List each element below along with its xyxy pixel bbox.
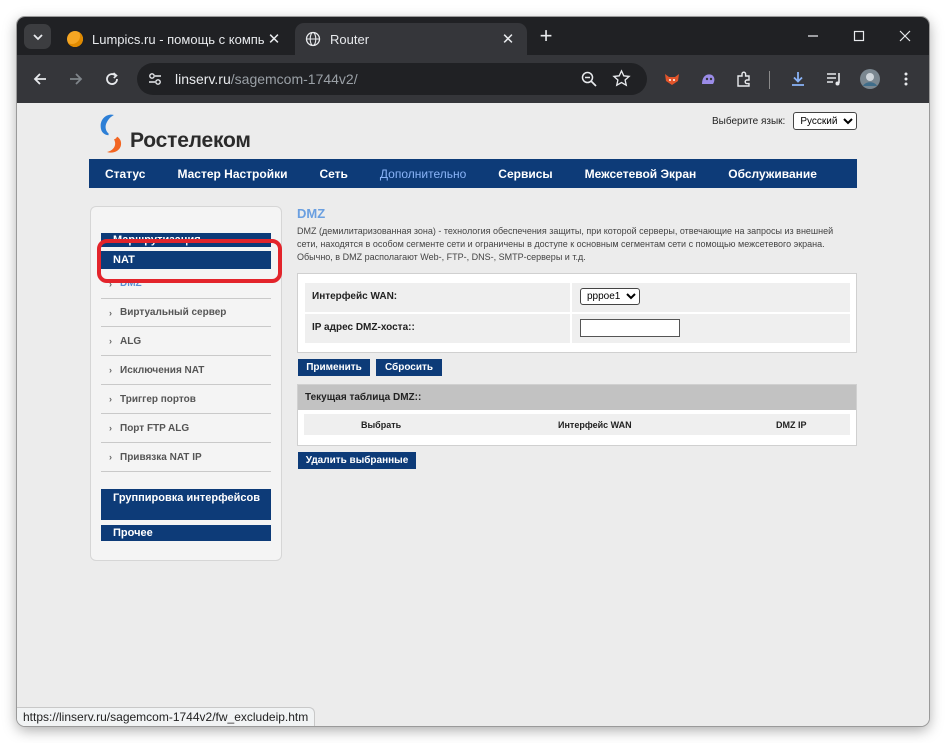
language-selector: Выберите язык: Русский bbox=[712, 112, 858, 130]
more-vert-icon bbox=[904, 72, 908, 86]
dmz-content: DMZ DMZ (демилитаризованная зона) - техн… bbox=[297, 206, 857, 469]
browser-toolbar: linserv.ru/sagemcom-1744v2/ bbox=[17, 55, 929, 103]
chevron-right-icon: › bbox=[109, 423, 112, 433]
tab-title: Router bbox=[330, 31, 370, 47]
sidebar-item-nat-exclusions[interactable]: › Исключения NAT bbox=[101, 356, 271, 385]
new-tab-button[interactable]: + bbox=[535, 25, 557, 48]
chevron-down-icon bbox=[32, 33, 43, 40]
reset-button[interactable]: Сбросить bbox=[376, 359, 442, 376]
url-text: linserv.ru/sagemcom-1744v2/ bbox=[175, 71, 358, 87]
zoom-icon[interactable] bbox=[580, 70, 598, 93]
wan-interface-row: Интерфейс WAN: pppoe1 bbox=[305, 283, 850, 312]
arrow-left-icon bbox=[33, 73, 46, 85]
forward-button[interactable] bbox=[62, 65, 90, 93]
wan-interface-label: Интерфейс WAN: bbox=[312, 291, 398, 302]
chevron-right-icon: › bbox=[109, 365, 112, 375]
site-settings-icon[interactable] bbox=[145, 69, 165, 94]
sidebar-item-interface-grouping[interactable]: Группировка интерфейсов bbox=[101, 489, 271, 520]
router-page: Ростелеком Выберите язык: Русский Статус… bbox=[17, 103, 929, 726]
browser-window: Lumpics.ru - помощь с компь ✕ Router ✕ + bbox=[17, 17, 929, 726]
sidebar-item-virtual-server[interactable]: › Виртуальный сервер bbox=[101, 298, 271, 327]
column-dmz-ip: DMZ IP bbox=[776, 420, 807, 430]
dmz-form: Интерфейс WAN: pppoe1 IP адрес DMZ-хоста… bbox=[297, 273, 857, 353]
profile-avatar-icon[interactable] bbox=[856, 65, 884, 93]
address-bar[interactable]: linserv.ru/sagemcom-1744v2/ bbox=[137, 63, 647, 95]
nav-services[interactable]: Сервисы bbox=[498, 167, 552, 181]
delete-selected-button[interactable]: Удалить выбранные bbox=[298, 452, 416, 469]
maximize-button[interactable] bbox=[836, 17, 882, 55]
tab-search-button[interactable] bbox=[24, 24, 51, 49]
nav-status[interactable]: Статус bbox=[105, 167, 145, 181]
column-select: Выбрать bbox=[361, 420, 402, 430]
dmz-host-ip-input[interactable] bbox=[580, 319, 680, 337]
tab-title: Lumpics.ru - помощь с компь bbox=[92, 31, 265, 47]
sidebar-item-other[interactable]: Прочее bbox=[101, 525, 271, 541]
back-button[interactable] bbox=[26, 65, 54, 93]
apply-button[interactable]: Применить bbox=[298, 359, 370, 376]
sidebar-item-port-trigger[interactable]: › Триггер портов bbox=[101, 385, 271, 414]
close-tab-icon[interactable]: ✕ bbox=[499, 30, 517, 48]
sidebar-item-ftp-alg[interactable]: › Порт FTP ALG bbox=[101, 414, 271, 443]
downloads-icon[interactable] bbox=[784, 65, 812, 93]
nav-maintenance[interactable]: Обслуживание bbox=[728, 167, 817, 181]
language-label: Выберите язык: bbox=[712, 115, 786, 127]
toolbar-separator bbox=[769, 71, 770, 89]
chevron-right-icon: › bbox=[109, 394, 112, 404]
tab-router[interactable]: Router ✕ bbox=[295, 23, 527, 55]
sidebar-item-nat-ip-binding[interactable]: › Привязка NAT IP bbox=[101, 443, 271, 472]
browser-menu-button[interactable] bbox=[892, 65, 920, 93]
lumpics-favicon-icon bbox=[67, 31, 83, 47]
maximize-icon bbox=[853, 30, 865, 42]
nat-highlight-annotation bbox=[97, 239, 282, 283]
dmz-table-title: Текущая таблица DMZ:: bbox=[298, 385, 856, 410]
nav-setup-wizard[interactable]: Мастер Настройки bbox=[177, 167, 287, 181]
extension-ghost-icon[interactable] bbox=[694, 65, 722, 93]
language-select[interactable]: Русский bbox=[793, 112, 858, 130]
extensions-puzzle-icon[interactable] bbox=[730, 65, 758, 93]
chevron-right-icon: › bbox=[109, 307, 112, 318]
dmz-table-header: Выбрать Интерфейс WAN DMZ IP bbox=[304, 414, 850, 435]
close-tab-icon[interactable]: ✕ bbox=[265, 30, 283, 48]
sidebar-item-alg[interactable]: › ALG bbox=[101, 327, 271, 356]
media-playlist-icon[interactable] bbox=[820, 65, 848, 93]
minimize-button[interactable] bbox=[790, 17, 836, 55]
reload-icon bbox=[106, 72, 118, 85]
chevron-right-icon: › bbox=[109, 452, 112, 462]
page-title: DMZ bbox=[297, 206, 326, 221]
dmz-table: Текущая таблица DMZ:: Выбрать Интерфейс … bbox=[297, 384, 857, 446]
status-bar-url: https://linserv.ru/sagemcom-1744v2/fw_ex… bbox=[17, 707, 316, 726]
dmz-host-ip-row: IP адрес DMZ-хоста:: bbox=[305, 314, 850, 343]
nav-firewall[interactable]: Межсетевой Экран bbox=[585, 167, 697, 181]
tab-strip: Lumpics.ru - помощь с компь ✕ Router ✕ + bbox=[17, 17, 929, 55]
nav-advanced[interactable]: Дополнительно bbox=[380, 167, 466, 181]
minimize-icon bbox=[808, 35, 818, 37]
rostelecom-logo: Ростелеком bbox=[97, 111, 251, 155]
brand-name: Ростелеком bbox=[130, 129, 251, 152]
dmz-host-ip-label: IP адрес DMZ-хоста:: bbox=[312, 322, 415, 333]
close-window-button[interactable] bbox=[882, 17, 928, 55]
globe-icon bbox=[305, 31, 321, 47]
extension-fox-icon[interactable] bbox=[658, 65, 686, 93]
tab-lumpics[interactable]: Lumpics.ru - помощь с компь ✕ bbox=[57, 23, 293, 55]
reload-button[interactable] bbox=[98, 65, 126, 93]
wan-interface-select[interactable]: pppoe1 bbox=[580, 288, 640, 305]
rostelecom-logo-icon bbox=[100, 114, 122, 153]
dmz-description: DMZ (демилитаризованная зона) - технолог… bbox=[297, 226, 834, 262]
arrow-right-icon bbox=[70, 73, 83, 85]
bookmark-star-icon[interactable] bbox=[612, 69, 631, 93]
close-icon bbox=[899, 30, 911, 42]
main-navigation: Статус Мастер Настройки Сеть Дополнитель… bbox=[89, 159, 857, 188]
chevron-right-icon: › bbox=[109, 336, 112, 346]
nav-network[interactable]: Сеть bbox=[319, 167, 347, 181]
column-wan-interface: Интерфейс WAN bbox=[558, 420, 632, 430]
